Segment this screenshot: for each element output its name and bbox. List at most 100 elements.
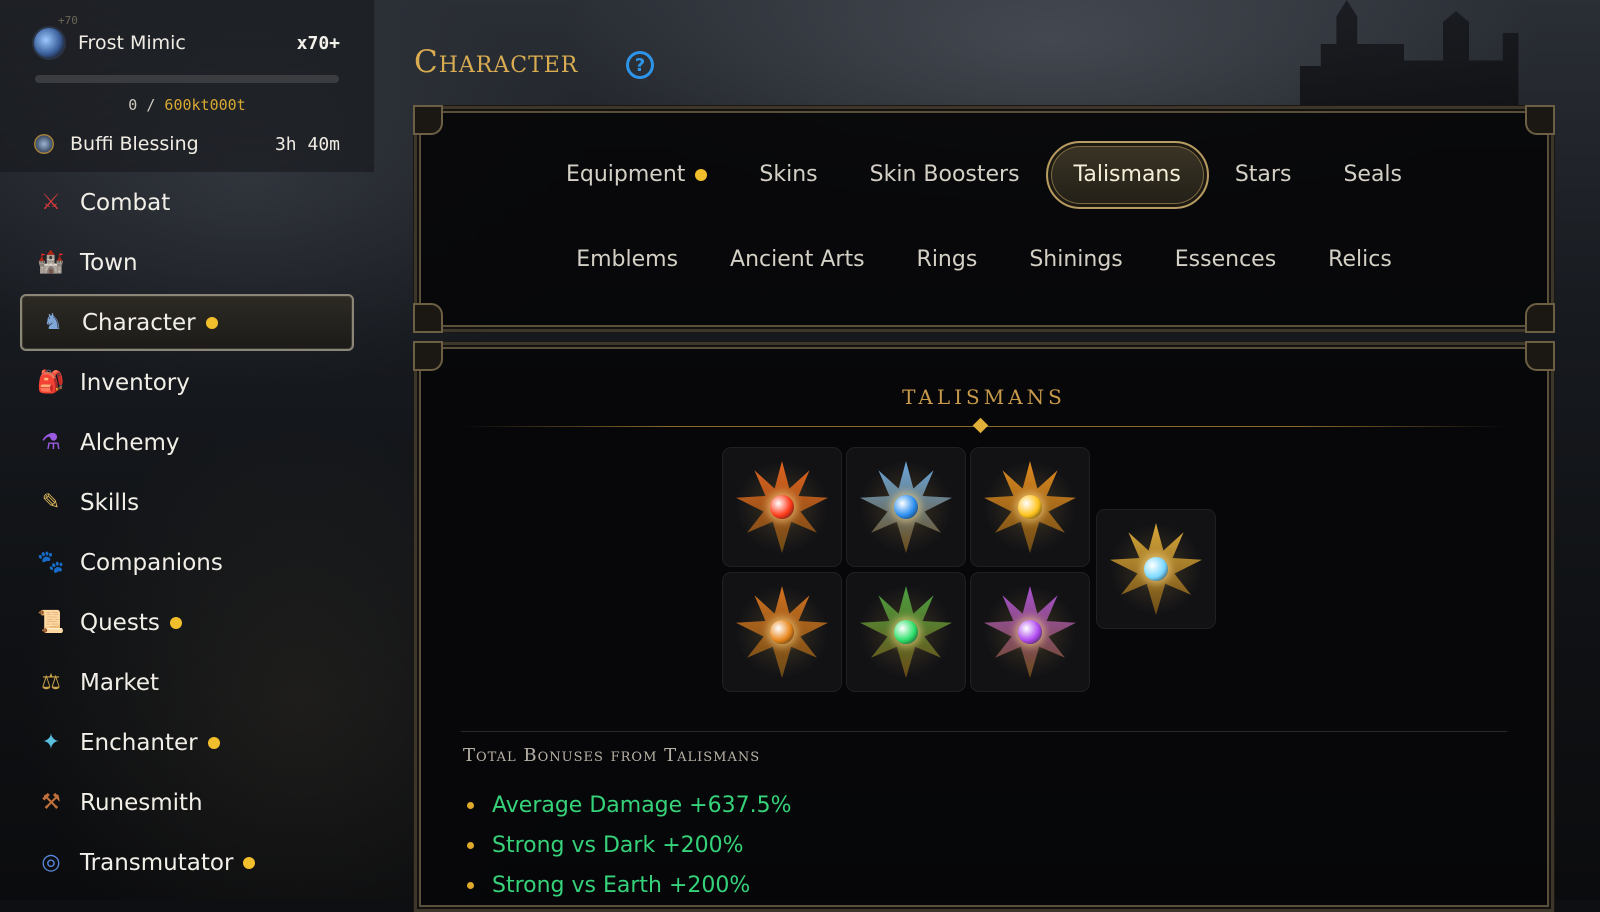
sidebar-item-transmutator[interactable]: ◎ Transmutator — [20, 834, 354, 891]
tab-seals[interactable]: Seals — [1317, 142, 1428, 208]
notification-dot — [169, 616, 182, 629]
bullet-icon — [467, 841, 474, 849]
talisman-slot[interactable] — [971, 573, 1089, 691]
tab-equipment[interactable]: Equipment — [540, 142, 733, 208]
backpack-icon: 🎒 — [37, 370, 65, 395]
sidebar-item-label: Town — [80, 249, 138, 276]
buff-name: Buffi Blessing — [70, 133, 199, 155]
talismans-panel: TALISMANS Total Bonuses from Talismans A… — [413, 341, 1555, 912]
talisman-slot[interactable] — [847, 573, 965, 691]
tab-skins[interactable]: Skins — [733, 142, 843, 208]
fire-talisman-icon — [732, 457, 832, 557]
bullet-icon — [467, 881, 474, 889]
tab-row-2: Emblems Ancient Arts Rings Shinings Essences… — [417, 227, 1551, 293]
sidebar-item-label: Quests — [80, 609, 160, 636]
help-icon[interactable]: ? — [626, 51, 654, 79]
sidebar-item-label: Enchanter — [80, 729, 198, 756]
talisman-orb — [894, 620, 918, 644]
sidebar-item-label: Character — [82, 309, 196, 336]
talisman-slot[interactable] — [971, 448, 1089, 566]
tab-label: Ancient Arts — [730, 247, 865, 272]
boss-row[interactable]: Frost Mimic x70+ — [34, 26, 340, 60]
tab-label: Stars — [1234, 162, 1292, 187]
boss-progress-bar — [35, 75, 339, 83]
sidebar-item-skills[interactable]: ✎ Skills — [20, 474, 354, 531]
tab-row-1: Equipment Skins Skin Boosters Talismans Star… — [417, 141, 1551, 209]
sidebar-item-town[interactable]: 🏰 Town — [20, 234, 354, 291]
section-title: TALISMANS — [902, 385, 1066, 409]
boss-progress-text: 0 / 600kt000t — [0, 96, 374, 114]
sidebar-item-label: Inventory — [80, 369, 190, 396]
arcane-talisman-icon — [980, 582, 1080, 682]
bonus-item: Strong vs Dark +200% — [463, 825, 791, 865]
talisman-orb — [770, 495, 794, 519]
bonus-separator — [461, 731, 1507, 732]
nature-talisman-icon — [856, 582, 956, 682]
tab-label: Rings — [916, 247, 978, 272]
progress-current: 0 — [128, 96, 138, 114]
blessing-icon — [34, 134, 54, 154]
crystal-icon: ✦ — [41, 730, 61, 755]
progress-max: 600kt000t — [164, 96, 246, 114]
tab-label: Skin Boosters — [869, 162, 1020, 187]
notification-dot — [207, 736, 220, 749]
frame-corner — [413, 341, 443, 371]
sidebar-item-label: Skills — [80, 489, 140, 516]
tabs-panel: Equipment Skins Skin Boosters Talismans Star… — [413, 105, 1555, 333]
tab-ancient-arts[interactable]: Ancient Arts — [704, 227, 890, 293]
scales-icon: ⚖ — [41, 670, 61, 695]
sidebar-item-market[interactable]: ⚖ Market — [20, 654, 354, 711]
sidebar-item-runesmith[interactable]: ⚒ Runesmith — [20, 774, 354, 831]
talisman-slot[interactable] — [723, 448, 841, 566]
tab-label: Seals — [1343, 162, 1402, 187]
frost-talisman-icon — [856, 457, 956, 557]
tab-skin-boosters[interactable]: Skin Boosters — [844, 142, 1046, 208]
hammer-icon: ⚒ — [41, 790, 61, 815]
progress-separator: / — [146, 96, 156, 114]
quest-scroll-icon: 📜 — [37, 610, 65, 635]
prism-talisman-icon — [1106, 519, 1206, 619]
sun-talisman-icon — [980, 457, 1080, 557]
sidebar-item-enchanter[interactable]: ✦ Enchanter — [20, 714, 354, 771]
sidebar-item-label: Market — [80, 669, 160, 696]
tab-label: Skins — [759, 162, 818, 187]
sidebar-item-label: Alchemy — [80, 429, 180, 456]
tab-stars[interactable]: Stars — [1209, 142, 1318, 208]
tab-rings[interactable]: Rings — [891, 227, 1004, 293]
divider-diamond-icon — [972, 417, 989, 434]
frame-corner — [1525, 303, 1555, 333]
sidebar-item-label: Transmutator — [80, 849, 234, 876]
sidebar-item-combat[interactable]: ⚔ Combat — [20, 174, 354, 231]
sidebar-item-quests[interactable]: 📜 Quests — [20, 594, 354, 651]
frame-corner — [413, 303, 443, 333]
tab-label: Shinings — [1029, 247, 1123, 272]
sidebar-item-character[interactable]: ♞ Character — [20, 294, 354, 351]
tab-label: Talismans — [1073, 162, 1181, 187]
amber-talisman-icon — [732, 582, 832, 682]
tab-label: Relics — [1328, 247, 1392, 272]
tab-label: Equipment — [565, 162, 686, 187]
talisman-slot[interactable] — [1097, 510, 1215, 628]
bonus-text: Strong vs Dark +200% — [492, 832, 744, 858]
tab-emblems[interactable]: Emblems — [550, 227, 704, 293]
bullet-icon — [467, 801, 474, 809]
sidebar-item-inventory[interactable]: 🎒 Inventory — [20, 354, 354, 411]
talisman-orb — [1018, 495, 1042, 519]
tab-talismans[interactable]: Talismans — [1045, 141, 1209, 209]
tab-essences[interactable]: Essences — [1149, 227, 1302, 293]
frame-corner — [1525, 105, 1555, 135]
buff-row[interactable]: Buffi Blessing 3h 40m — [34, 130, 340, 158]
sidebar-item-companions[interactable]: 🐾 Companions — [20, 534, 354, 591]
talisman-orb — [770, 620, 794, 644]
crossed-swords-icon: ⚔ — [41, 190, 61, 215]
talisman-slot[interactable] — [847, 448, 965, 566]
tab-relics[interactable]: Relics — [1302, 227, 1418, 293]
knight-icon: ♞ — [43, 310, 63, 335]
bonus-item: Strong vs Earth +200% — [463, 865, 791, 905]
sidebar: +70 Frost Mimic x70+ 0 / 600kt000t Buffi… — [0, 0, 375, 900]
boss-name: Frost Mimic — [78, 32, 186, 54]
tab-shinings[interactable]: Shinings — [1003, 227, 1148, 293]
sidebar-nav: ⚔ Combat 🏰 Town ♞ Character 🎒 Inventory ⚗ Alchemy… — [20, 174, 354, 894]
talisman-slot[interactable] — [723, 573, 841, 691]
sidebar-item-alchemy[interactable]: ⚗ Alchemy — [20, 414, 354, 471]
